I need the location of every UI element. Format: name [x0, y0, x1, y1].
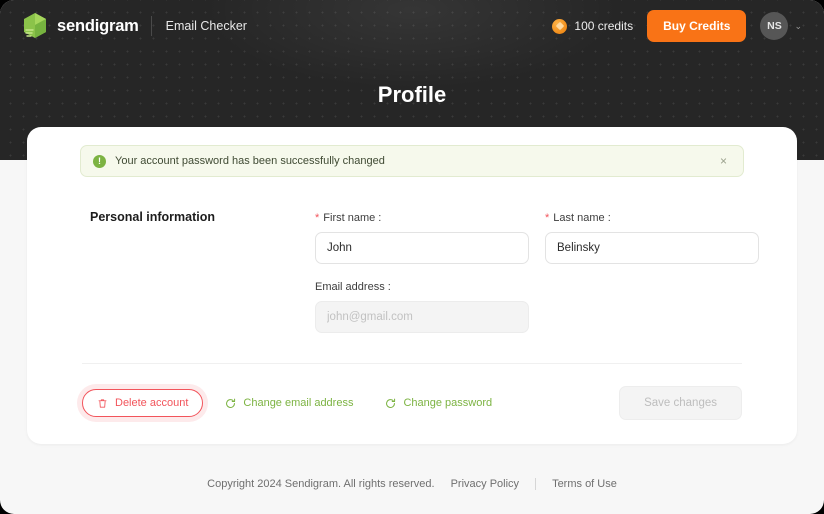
buy-credits-button[interactable]: Buy Credits: [647, 10, 747, 42]
sendigram-logo-icon: [22, 12, 48, 40]
section-title-personal-information: Personal information: [90, 210, 216, 224]
email-input: [315, 301, 529, 333]
profile-card: ! Your account password has been success…: [27, 127, 797, 444]
required-asterisk: *: [545, 212, 550, 224]
coin-icon: [552, 18, 568, 34]
copyright-text: Copyright 2024 Sendigram. All rights res…: [207, 478, 435, 490]
delete-account-label: Delete account: [115, 397, 189, 409]
save-changes-button[interactable]: Save changes: [619, 386, 742, 420]
credits-indicator[interactable]: 100 credits: [552, 18, 634, 34]
privacy-policy-link[interactable]: Privacy Policy: [451, 478, 519, 490]
change-email-address-label: Change email address: [243, 397, 354, 409]
page-footer: Copyright 2024 Sendigram. All rights res…: [0, 478, 824, 490]
account-menu[interactable]: NS ⌄: [760, 12, 802, 40]
last-name-label: * Last name :: [545, 212, 759, 224]
refresh-icon: [225, 398, 236, 409]
last-name-input[interactable]: [545, 232, 759, 264]
refresh-icon: [385, 398, 396, 409]
email-label: Email address :: [315, 281, 529, 293]
required-asterisk: *: [315, 212, 320, 224]
trash-icon: [97, 398, 108, 409]
first-name-label: * First name :: [315, 212, 529, 224]
brand-logo[interactable]: sendigram: [22, 12, 139, 40]
alert-info-icon: !: [93, 154, 106, 168]
last-name-field-group: * Last name :: [545, 212, 759, 264]
brand-divider: [150, 16, 152, 36]
page-title: Profile: [377, 82, 447, 107]
change-password-label: Change password: [403, 397, 493, 409]
section-divider: [82, 363, 742, 364]
email-field-group: Email address :: [315, 281, 529, 333]
first-name-input[interactable]: [315, 232, 529, 264]
first-name-field-group: * First name :: [315, 212, 529, 264]
app-name-label: Email Checker: [165, 19, 247, 33]
first-name-label-text: First name :: [323, 212, 382, 224]
last-name-label-text: Last name :: [553, 212, 611, 224]
credits-label: 100 credits: [574, 19, 634, 33]
app-window: sendigram Email Checker 100 credits Buy …: [0, 0, 824, 514]
avatar: NS: [760, 12, 789, 40]
brand-name: sendigram: [57, 16, 139, 35]
footer-divider: [535, 478, 537, 490]
close-icon[interactable]: ×: [716, 153, 731, 169]
success-alert: ! Your account password has been success…: [80, 145, 744, 177]
card-actions: Delete account Change email address Chan…: [82, 385, 742, 421]
chevron-down-icon: ⌄: [794, 20, 802, 31]
delete-account-button[interactable]: Delete account: [82, 389, 204, 417]
change-password-button[interactable]: Change password: [375, 390, 502, 416]
alert-message: Your account password has been successfu…: [115, 155, 385, 167]
topbar-right-group: 100 credits Buy Credits NS ⌄: [552, 10, 802, 42]
email-label-text: Email address :: [315, 281, 391, 293]
top-navigation-bar: sendigram Email Checker 100 credits Buy …: [0, 0, 824, 52]
terms-of-use-link[interactable]: Terms of Use: [552, 478, 617, 490]
change-email-address-button[interactable]: Change email address: [215, 390, 363, 416]
